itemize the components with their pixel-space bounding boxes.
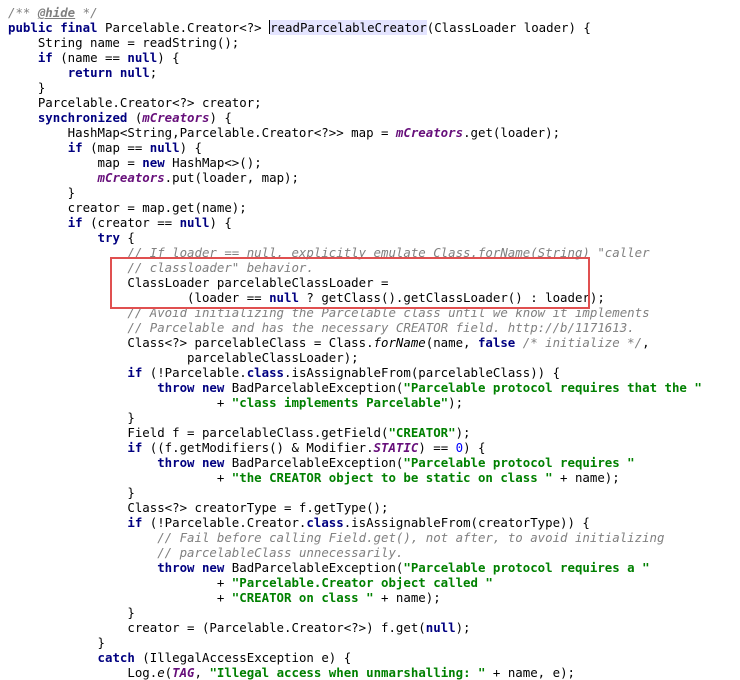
code-line: public final Parcelable.Creator<?> readP… (8, 20, 591, 35)
javadoc-tag: @hide (37, 5, 76, 20)
code-line: ClassLoader parcelableClassLoader = (8, 275, 389, 290)
code-line: Parcelable.Creator<?> creator; (8, 95, 262, 110)
code-line: // parcelableClass unnecessarily. (157, 545, 404, 560)
code-line: catch (IllegalAccessException e) { (97, 650, 352, 665)
code-line: + "the CREATOR object to be static on cl… (8, 470, 620, 485)
code-line: HashMap<String,Parcelable.Creator<?>> ma… (8, 125, 561, 140)
code-line: + "CREATOR on class " + name); (8, 590, 441, 605)
code-line: try { (97, 230, 135, 245)
code-line: } (8, 605, 135, 620)
code-line: return null; (67, 65, 158, 80)
code-line: Field f = parcelableClass.getField("CREA… (8, 425, 471, 440)
code-line: } (8, 80, 46, 95)
code-line: // classloader" behavior. (127, 260, 314, 275)
code-line: } (8, 485, 135, 500)
code-line: creator = map.get(name); (8, 200, 247, 215)
code-line: creator = (Parcelable.Creator<?>) f.get(… (8, 620, 471, 635)
code-line: throw new BadParcelableException("Parcel… (157, 380, 702, 395)
code-line: if (!Parcelable.Creator.class.isAssignab… (127, 515, 590, 530)
code-line: // Avoid initializing the Parcelable cla… (127, 305, 650, 320)
code-line: } (8, 410, 135, 425)
code-line: /** @hide */ (8, 5, 98, 20)
code-line: Class<?> creatorType = f.getType(); (8, 500, 389, 515)
code-line: // If loader == null, explicitly emulate… (127, 245, 650, 260)
code-line: if (name == null) { (37, 50, 180, 65)
code-line: mCreators.put(loader, map); (97, 170, 299, 185)
code-line: throw new BadParcelableException("Parcel… (157, 455, 635, 470)
code-line: synchronized (mCreators) { (37, 110, 232, 125)
code-line: (loader == null ? getClass().getClassLoa… (8, 290, 605, 305)
code-line: map = new HashMap<>(); (8, 155, 262, 170)
code-editor[interactable]: /** @hide */ public final Parcelable.Cre… (0, 0, 740, 680)
code-line: if (!Parcelable.class.isAssignableFrom(p… (127, 365, 561, 380)
code-line: Log.e(TAG, "Illegal access when unmarsha… (8, 665, 575, 680)
code-line: } (8, 635, 105, 650)
code-line: // Fail before calling Field.get(), not … (157, 530, 665, 545)
code-line: if (map == null) { (67, 140, 202, 155)
code-line: // Parcelable and has the necessary CREA… (127, 320, 635, 335)
code-line: + "class implements Parcelable"); (8, 395, 464, 410)
code-line: } (8, 185, 76, 200)
method-name-highlight[interactable]: readParcelableCreator (270, 20, 427, 35)
code-line: + "Parcelable.Creator object called " (8, 575, 493, 590)
code-line: if ((f.getModifiers() & Modifier.STATIC)… (127, 440, 486, 455)
code-line: if (creator == null) { (67, 215, 232, 230)
code-line: String name = readString(); (8, 35, 240, 50)
code-line: Class<?> parcelableClass = Class.forName… (8, 335, 650, 350)
code-line: parcelableClassLoader); (8, 350, 359, 365)
code-line: throw new BadParcelableException("Parcel… (157, 560, 650, 575)
